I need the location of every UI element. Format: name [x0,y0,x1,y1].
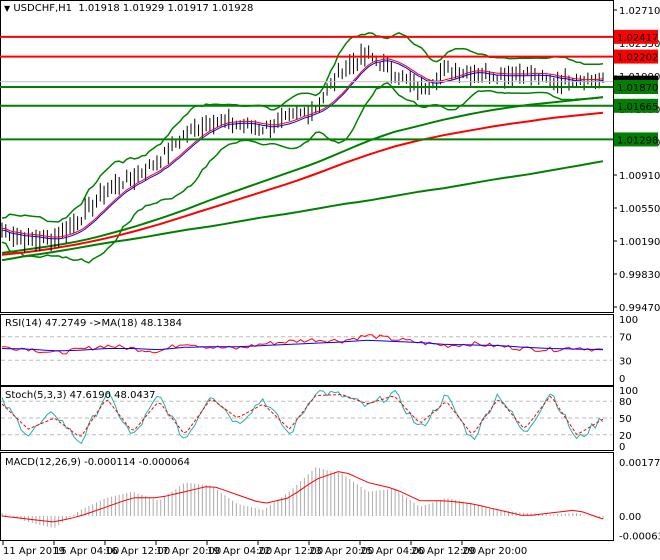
ma-green [1,96,604,254]
ohlc-values: 1.01918 1.01929 1.01917 1.01928 [78,3,254,14]
macd-tick-label: 0.001775 [619,458,660,469]
stoch-title: Stoch(5,3,3) 47.6190 48.0437 [5,390,156,401]
rsi-tick-label: 0 [619,374,625,385]
stoch-tick-label: 20 [619,431,632,442]
price-tick-label: 1.00550 [619,204,660,215]
price-tick-label: 1.00190 [619,237,660,248]
price-tick-label: 0.99470 [619,303,660,314]
macd-title: MACD(12,26,9) -0.000114 -0.000064 [5,457,190,468]
rsi-title: RSI(14) 47.2749 ->MA(18) 48.1384 [5,318,182,329]
bollinger-lower [1,81,604,264]
stoch-tick-label: 80 [619,397,632,408]
stoch-tick-label: 0 [619,442,625,453]
macd-tick-label: -0.000638 [619,531,660,542]
rsi-tick-label: 30 [619,356,632,367]
time-tick-label: 29 Apr 20:00 [462,546,527,557]
level-label: 1.02202 [617,53,658,64]
trading-chart[interactable]: 1.027101.023501.019901.016301.012701.009… [0,0,660,560]
collapse-arrow-icon[interactable]: ▼ [4,4,10,13]
price-tick-label: 1.02710 [619,6,660,17]
symbol-label: USDCHF,H1 [13,3,73,14]
ma-green-slow [1,160,604,262]
ma-red [1,111,604,256]
level-label: 1.01665 [617,102,658,113]
chart-title: ▼ USDCHF,H1 1.01918 1.01929 1.01917 1.01… [4,3,253,14]
rsi-tick-label: 70 [619,333,632,344]
level-label: 1.02417 [617,33,658,44]
level-label: 1.01870 [617,83,658,94]
level-label: 1.01298 [617,135,658,146]
stoch-tick-label: 50 [619,414,632,425]
price-tick-label: 0.99830 [619,270,660,281]
price-panel [0,0,614,313]
price-tick-label: 1.00910 [619,171,660,182]
macd-tick-label: 0.00 [619,512,641,523]
macd-signal-line [1,471,604,523]
bollinger-upper [1,31,604,223]
chart-canvas[interactable]: 1.027101.023501.019901.016301.012701.009… [0,0,660,560]
rsi-tick-label: 100 [619,315,638,326]
stoch-tick-label: 100 [619,386,638,397]
